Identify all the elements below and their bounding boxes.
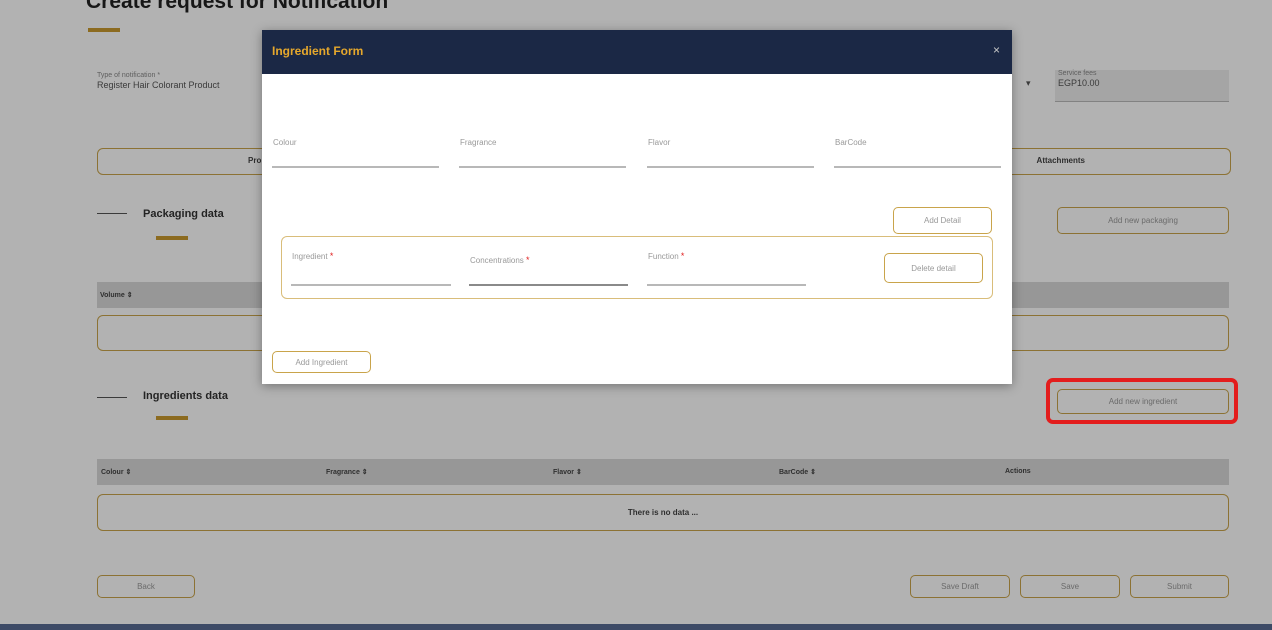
required-mark: * xyxy=(680,251,685,261)
ingredient-field[interactable]: Ingredient * xyxy=(291,251,451,286)
required-mark: * xyxy=(526,255,530,265)
bottom-bar xyxy=(0,624,1272,630)
function-field[interactable]: Function * xyxy=(647,251,806,286)
ingredient-label-wrap: Ingredient * xyxy=(292,251,333,261)
function-label: Function xyxy=(648,252,679,261)
barcode-field[interactable]: BarCode xyxy=(834,138,1001,168)
fragrance-underline xyxy=(459,166,626,168)
modal-header: Ingredient Form × xyxy=(262,30,1012,74)
colour-label: Colour xyxy=(273,138,297,147)
fragrance-label: Fragrance xyxy=(460,138,497,147)
concentrations-label-wrap: Concentrations * xyxy=(470,255,530,265)
flavor-label: Flavor xyxy=(648,138,671,147)
highlight-box xyxy=(1046,378,1238,424)
add-detail-button[interactable]: Add Detail xyxy=(893,207,992,234)
required-mark: * xyxy=(329,251,334,261)
concentrations-label: Concentrations xyxy=(470,256,524,265)
add-ingredient-button[interactable]: Add Ingredient xyxy=(272,351,371,373)
modal-title: Ingredient Form xyxy=(272,44,364,58)
colour-underline xyxy=(272,166,439,168)
flavor-field[interactable]: Flavor xyxy=(647,138,814,168)
ingredient-detail-row: Ingredient * Concentrations * Function *… xyxy=(281,236,993,299)
ingredient-label: Ingredient xyxy=(292,252,328,261)
colour-field[interactable]: Colour xyxy=(272,138,439,168)
concentrations-underline xyxy=(469,284,628,286)
barcode-label: BarCode xyxy=(835,138,867,147)
concentrations-field[interactable]: Concentrations * xyxy=(469,255,628,286)
delete-detail-button[interactable]: Delete detail xyxy=(884,253,983,283)
close-icon[interactable]: × xyxy=(993,43,1000,57)
function-label-wrap: Function * xyxy=(648,251,684,261)
barcode-underline xyxy=(834,166,1001,168)
ingredient-underline xyxy=(291,284,451,286)
flavor-underline xyxy=(647,166,814,168)
function-underline xyxy=(647,284,806,286)
fragrance-field[interactable]: Fragrance xyxy=(459,138,626,168)
ingredient-form-modal: Ingredient Form × Colour Fragrance Flavo… xyxy=(262,30,1012,384)
